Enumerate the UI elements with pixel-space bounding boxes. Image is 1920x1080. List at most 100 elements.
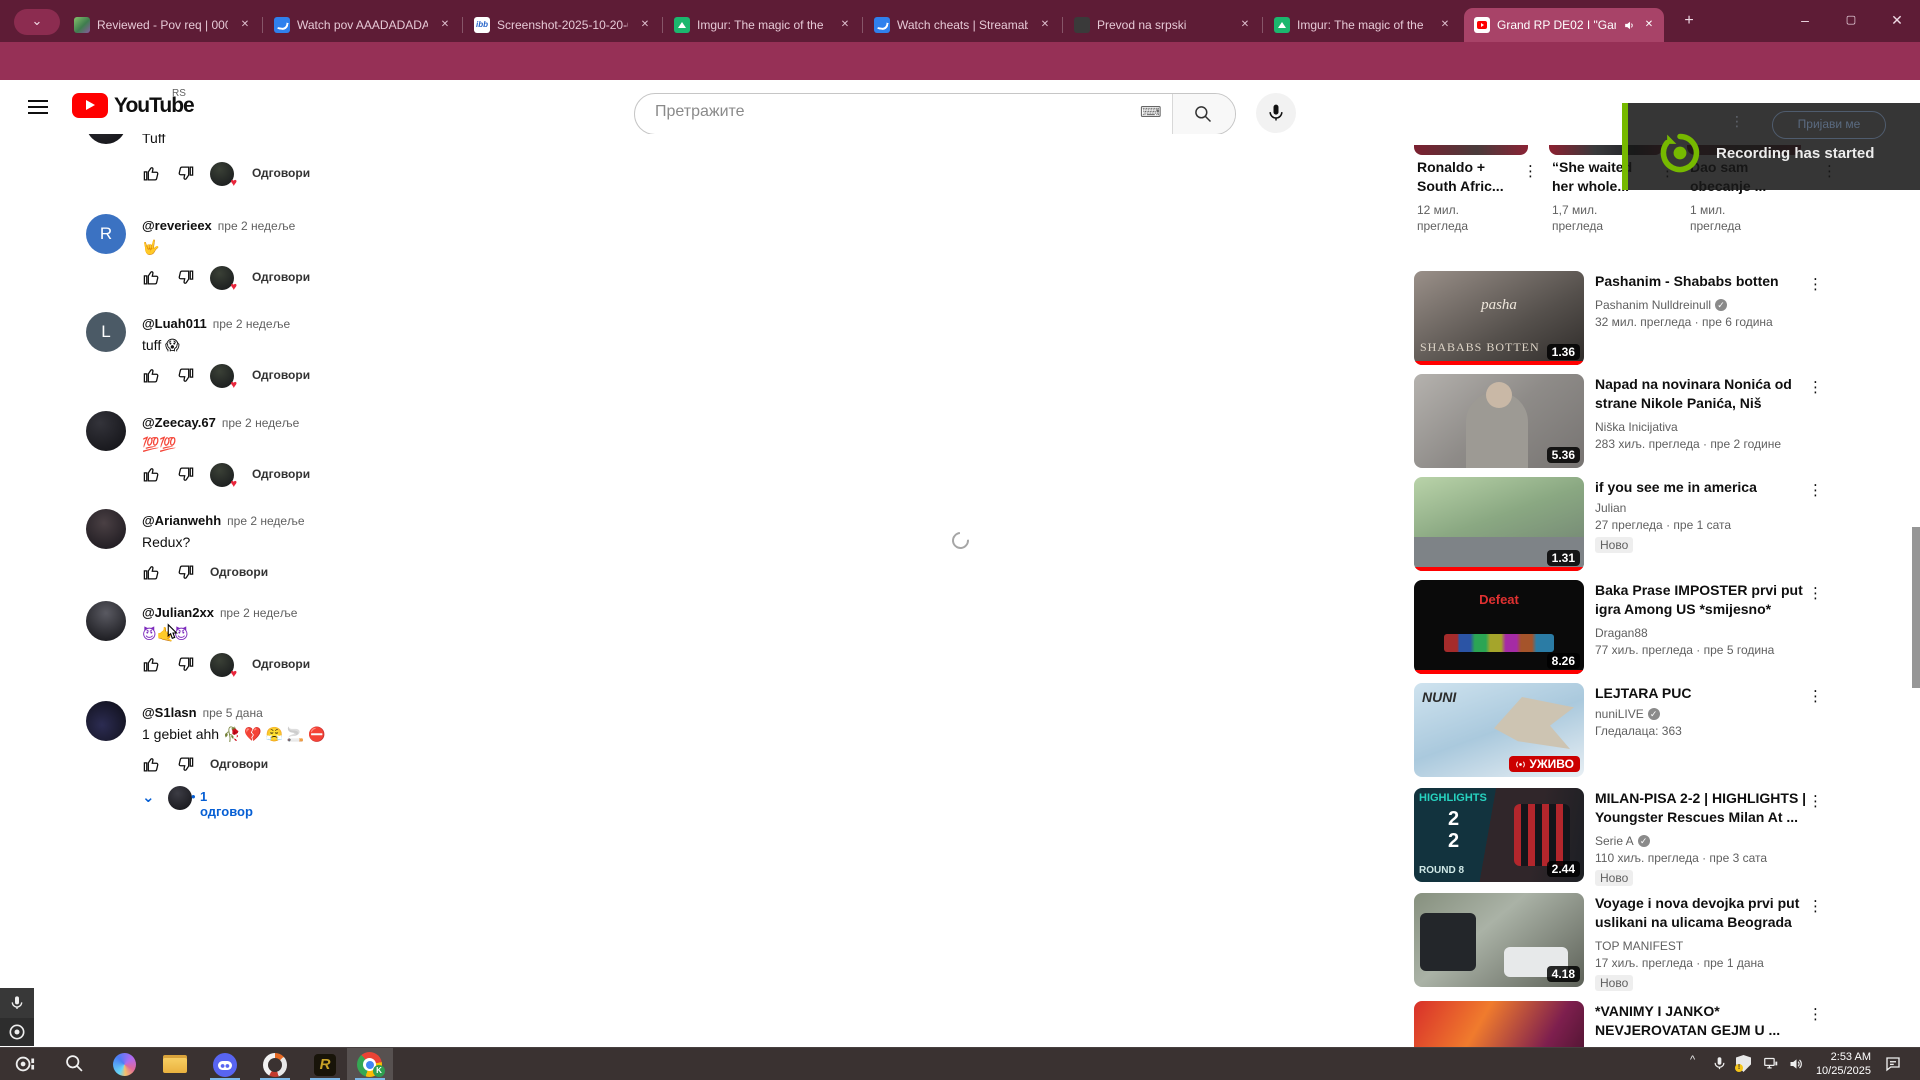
reply-button[interactable]: Одговори [252, 368, 310, 382]
keyboard-icon[interactable]: ⌨ [1140, 103, 1162, 121]
dislike-icon[interactable] [176, 655, 195, 674]
like-icon[interactable] [142, 755, 161, 774]
reply-button[interactable]: Одговори [210, 565, 268, 579]
close-window-button[interactable]: ✕ [1874, 0, 1920, 40]
tab-watch-pov[interactable]: Watch pov AAADADADAD ✕ [264, 8, 460, 42]
kebab-menu-icon[interactable]: ⋮ [1808, 275, 1823, 293]
tab-watch-cheats[interactable]: Watch cheats | Streamable ✕ [864, 8, 1060, 42]
video-row[interactable]: 5.36 Napad na novinara Nonića od strane … [1414, 374, 1906, 470]
comment-time[interactable]: пре 2 недеље [220, 606, 297, 620]
tray-mic-icon[interactable] [1712, 1054, 1727, 1073]
dislike-icon[interactable] [176, 268, 195, 287]
kebab-menu-icon[interactable]: ⋮ [1808, 378, 1823, 396]
tray-network-icon[interactable] [1762, 1056, 1780, 1071]
close-icon[interactable]: ✕ [437, 17, 453, 33]
like-icon[interactable] [142, 366, 161, 385]
comment-time[interactable]: пре 2 недеље [227, 514, 304, 528]
signin-button-ghost[interactable]: Пријави ме [1772, 111, 1886, 139]
avatar[interactable] [86, 701, 126, 741]
tab-screenshot[interactable]: ibb Screenshot-2025-10-20-0 ✕ [464, 8, 660, 42]
video-title[interactable]: Pashanim - Shababs botten [1595, 272, 1807, 291]
reply-button[interactable]: Одговори [252, 467, 310, 481]
comment-time[interactable]: пре 5 дана [203, 706, 263, 720]
video-channel[interactable]: Pashanim Nulldreinull✓ [1595, 298, 1815, 312]
video-thumbnail[interactable] [1414, 1001, 1584, 1047]
close-icon[interactable]: ✕ [1641, 17, 1657, 33]
creator-heart-badge[interactable]: ♥ [210, 266, 234, 290]
close-icon[interactable]: ✕ [1037, 17, 1053, 33]
dislike-icon[interactable] [176, 563, 195, 582]
avatar[interactable] [86, 601, 126, 641]
video-row[interactable]: pasha SHABABS BOTTEN 1.36 Pashanim - Sha… [1414, 271, 1906, 367]
video-title[interactable]: LEJTARA PUC [1595, 684, 1807, 703]
video-row[interactable]: 4.18 Voyage i nova devojka prvi put usli… [1414, 893, 1906, 989]
creator-heart-badge[interactable]: ♥ [210, 162, 234, 186]
comment-author[interactable]: @S1lasnпре 5 дана [142, 705, 263, 720]
video-title[interactable]: Napad na novinara Nonića od strane Nikol… [1595, 375, 1807, 415]
search-input[interactable] [653, 102, 1127, 122]
tab-reviewed[interactable]: Reviewed - Pov req | 0000 ✕ [64, 8, 260, 42]
like-icon[interactable] [142, 563, 161, 582]
creator-heart-badge[interactable]: ♥ [210, 364, 234, 388]
comment-author[interactable]: @Zeecay.67пре 2 недеље [142, 415, 299, 430]
creator-heart-badge[interactable]: ♥ [210, 463, 234, 487]
avatar[interactable] [86, 509, 126, 549]
minimize-button[interactable]: – [1782, 0, 1828, 40]
video-title[interactable]: MILAN-PISA 2-2 | HIGHLIGHTS | Youngster … [1595, 789, 1807, 827]
close-icon[interactable]: ✕ [837, 17, 853, 33]
rockstar-button[interactable]: R [302, 1048, 348, 1080]
youtube-logo-icon[interactable] [72, 93, 108, 118]
dislike-icon[interactable] [176, 366, 195, 385]
video-channel[interactable]: nuniLIVE✓ [1595, 707, 1815, 721]
avatar[interactable]: R [86, 214, 126, 254]
kebab-menu-icon[interactable]: ⋮ [1808, 687, 1823, 705]
video-thumbnail[interactable]: 1.31 [1414, 477, 1584, 571]
scrollbar-thumb[interactable] [1912, 527, 1920, 688]
comment-author[interactable]: @reverieexпре 2 недеље [142, 218, 295, 233]
comment-time[interactable]: пре 2 недеље [222, 416, 299, 430]
tray-volume-icon[interactable] [1788, 1056, 1805, 1072]
close-icon[interactable]: ✕ [637, 17, 653, 33]
reply-button[interactable]: Одговори [252, 270, 310, 284]
kebab-menu-icon[interactable]: ⋮ [1523, 162, 1538, 180]
capture-widget-record[interactable] [0, 1018, 34, 1046]
video-title[interactable]: if you see me in america [1595, 478, 1807, 497]
tray-security-shield-icon[interactable]: ! [1736, 1055, 1751, 1072]
discord-button[interactable] [202, 1048, 248, 1080]
dislike-icon[interactable] [176, 164, 195, 183]
video-thumbnail[interactable]: Defeat 8.26 [1414, 580, 1584, 674]
kebab-menu-icon[interactable]: ⋮ [1808, 584, 1823, 602]
shorts-thumbnail[interactable] [1414, 145, 1528, 155]
video-title[interactable]: *VANIMY I JANKO* NEVJEROVATAN GEJM U ... [1595, 1002, 1807, 1040]
video-channel[interactable]: Niška Inicijativa [1595, 420, 1815, 434]
comment-time[interactable]: пре 2 недеље [213, 317, 290, 331]
creator-heart-badge[interactable]: ♥ [210, 653, 234, 677]
close-icon[interactable]: ✕ [1237, 17, 1253, 33]
like-icon[interactable] [142, 655, 161, 674]
hamburger-menu[interactable] [28, 100, 48, 118]
new-tab-button[interactable]: + [1678, 11, 1700, 33]
video-channel[interactable]: Serie A✓ [1595, 834, 1815, 848]
tab-imgur-1[interactable]: Imgur: The magic of the I ✕ [664, 8, 860, 42]
tab-prevod[interactable]: Prevod na srpski ✕ [1064, 8, 1260, 42]
comment-time[interactable]: пре 2 недеље [218, 219, 295, 233]
close-icon[interactable]: ✕ [237, 17, 253, 33]
close-icon[interactable]: ✕ [1437, 17, 1453, 33]
tray-expand-icon[interactable]: ^ [1690, 1054, 1695, 1066]
video-thumbnail[interactable]: HIGHLIGHTS 22 ROUND 8 2.44 [1414, 788, 1584, 882]
video-row[interactable]: 1.31 if you see me in america Julian 27 … [1414, 477, 1906, 573]
comment-author[interactable]: @Julian2xxпре 2 недеље [142, 605, 297, 620]
comment-author[interactable]: @Arianwehhпре 2 недеље [142, 513, 305, 528]
like-icon[interactable] [142, 164, 161, 183]
dislike-icon[interactable] [176, 465, 195, 484]
action-center-icon[interactable] [1884, 1055, 1902, 1073]
video-thumbnail[interactable]: 4.18 [1414, 893, 1584, 987]
voice-search-button[interactable] [1256, 93, 1296, 133]
maximize-button[interactable]: ▢ [1828, 0, 1874, 40]
reply-button[interactable]: Одговори [210, 757, 268, 771]
search-button[interactable] [1172, 94, 1235, 134]
game-bar-button[interactable] [2, 1048, 48, 1080]
capture-widget-mic[interactable] [0, 988, 34, 1018]
video-thumbnail[interactable]: 5.36 [1414, 374, 1584, 468]
tab-audio-icon[interactable] [1623, 19, 1636, 32]
